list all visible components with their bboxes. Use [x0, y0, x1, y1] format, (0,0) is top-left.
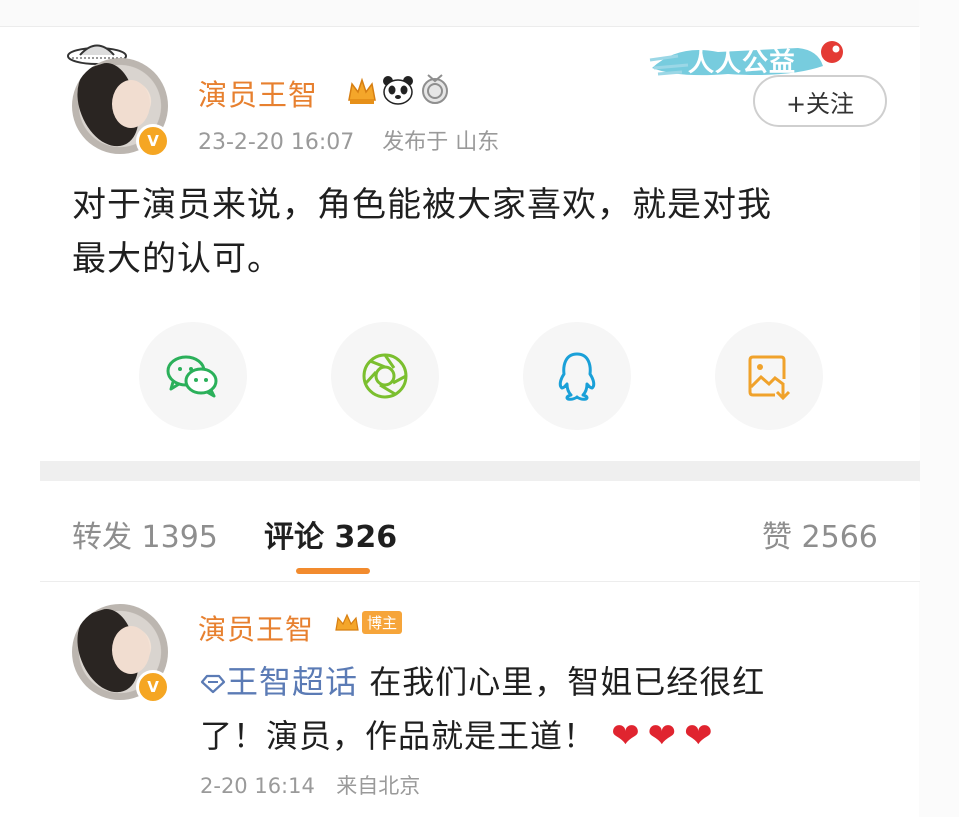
verified-badge-icon: V [136, 670, 170, 704]
share-wechat-button[interactable] [139, 322, 247, 430]
post-text-line: 最大的认可。 [72, 239, 282, 279]
panda-icon [383, 76, 413, 105]
qq-icon [558, 352, 596, 401]
comment-timestamp: 2-20 16:14 [200, 774, 315, 798]
medal-icon [422, 74, 448, 104]
comment-text-line: 在我们心里，智姐已经很红 [358, 663, 766, 701]
comment-username[interactable]: 演员王智 [198, 608, 314, 648]
moments-icon [362, 353, 408, 399]
comment-source: 来自北京 [336, 774, 421, 798]
tab-repost[interactable]: 转发 1395 [72, 512, 218, 556]
save-image-button[interactable] [715, 322, 823, 430]
tab-repost-count: 1395 [141, 520, 218, 555]
tab-comment-label: 评论 [264, 520, 324, 555]
tab-like-label: 赞 [762, 520, 792, 555]
active-tab-indicator [296, 568, 370, 574]
follow-button[interactable]: +关注 [753, 75, 887, 127]
blogger-tag: 博主 [362, 611, 403, 634]
save-image-icon [748, 355, 791, 401]
heart-emoji: ❤❤❤ [611, 716, 721, 756]
share-moments-button[interactable] [331, 322, 439, 430]
post-content: 对于演员来说，角色能被大家喜欢，就是对我 最大的认可。 [72, 178, 872, 286]
post-meta: 23-2-20 16:07 发布于 山东 [198, 124, 499, 156]
section-divider [40, 461, 920, 481]
crown-icon [348, 77, 376, 104]
tab-comment[interactable]: 评论 326 [264, 512, 397, 556]
page-edge [919, 0, 959, 817]
tab-like-count: 2566 [801, 520, 878, 555]
charity-badge[interactable]: 人人公益 [648, 38, 853, 80]
comment-content: 王智超话 在我们心里，智姐已经很红 了！演员，作品就是王道！ ❤❤❤ [200, 655, 880, 763]
interaction-tabs: 转发 1395 评论 326 赞 2566 [40, 482, 920, 582]
wechat-icon [166, 355, 218, 398]
post-location: 发布于 山东 [382, 130, 500, 155]
tab-comment-count: 326 [334, 520, 398, 555]
blogger-badge: 博主 [334, 611, 403, 634]
share-qq-button[interactable] [523, 322, 631, 430]
previous-post-bottom-edge [0, 0, 959, 27]
diamond-icon [200, 674, 226, 694]
crown-icon [335, 613, 359, 631]
verified-badge-icon: V [136, 124, 170, 158]
post-text-line: 对于演员来说，角色能被大家喜欢，就是对我 [72, 185, 772, 225]
post-username[interactable]: 演员王智 [198, 72, 318, 114]
post-timestamp: 23-2-20 16:07 [198, 130, 355, 155]
comment-text-line: 了！演员，作品就是王道！ [200, 717, 597, 755]
comment-meta: 2-20 16:14 来自北京 [200, 770, 420, 800]
tabs-divider [40, 581, 920, 582]
supertopic-link[interactable]: 王智超话 [200, 663, 358, 701]
supertopic-label: 王智超话 [226, 663, 359, 701]
tab-repost-label: 转发 [72, 520, 132, 555]
tab-like[interactable]: 赞 2566 [762, 512, 878, 556]
charity-badge-label: 人人公益 [688, 48, 797, 78]
